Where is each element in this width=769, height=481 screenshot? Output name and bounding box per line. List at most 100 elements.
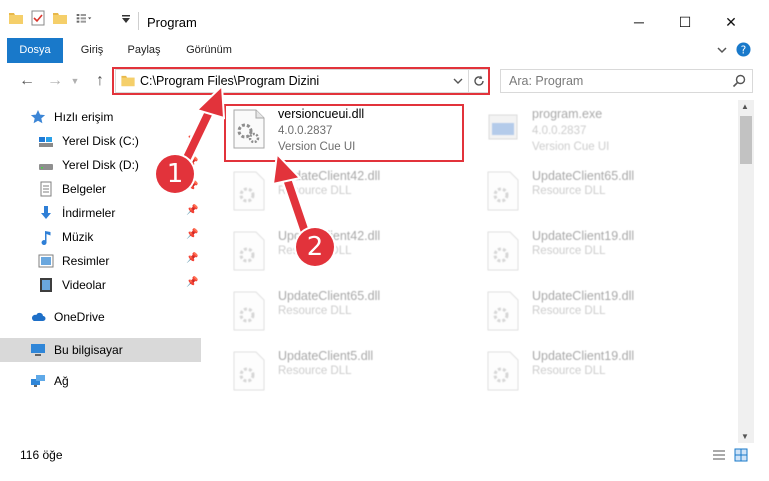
search-icon[interactable] [732, 74, 746, 88]
sidebar-item-network[interactable]: Ağ [0, 370, 205, 392]
scroll-down-icon[interactable]: ▼ [741, 432, 749, 441]
sidebar-item-music[interactable]: Müzik 📌 [0, 226, 205, 248]
file-tile[interactable]: UpdateClient42.dll Resource DLL [232, 226, 472, 284]
sidebar-item-label: Yerel Disk (D:) [62, 158, 139, 172]
ribbon-tabs: Dosya Giriş Paylaş Görünüm ? [0, 38, 769, 65]
computer-icon [31, 344, 45, 356]
scrollbar-thumb[interactable] [740, 116, 752, 164]
dll-file-icon [233, 291, 265, 331]
pictures-icon [38, 254, 54, 268]
dll-file-icon [487, 231, 519, 271]
scroll-up-icon[interactable]: ▲ [741, 102, 749, 111]
sidebar-item-label: İndirmeler [62, 206, 116, 220]
file-tile-program-exe[interactable]: program.exe 4.0.0.2837 Version Cue UI [486, 104, 726, 162]
tab-home[interactable]: Giriş [70, 38, 114, 63]
dll-file-icon [487, 171, 519, 211]
pin-icon[interactable]: 📌 [186, 133, 198, 144]
tab-file[interactable]: Dosya [7, 38, 63, 63]
sidebar-item-quick-access[interactable]: Hızlı erişim [0, 106, 205, 128]
title-separator [138, 12, 139, 30]
music-icon [41, 231, 51, 245]
sidebar-item-label: Belgeler [62, 182, 107, 196]
pin-icon[interactable]: 📌 [186, 229, 198, 240]
file-version: 4.0.0.2837 [532, 125, 587, 137]
file-description: Resource DLL [278, 185, 352, 197]
address-highlight-box [112, 67, 490, 95]
file-tile[interactable]: UpdateClient65.dll Resource DLL [486, 166, 726, 224]
sidebar-item-local-disk-c[interactable]: Yerel Disk (C:) 📌 [0, 130, 205, 152]
forward-button[interactable]: → [46, 72, 64, 90]
window-title: Program [147, 15, 197, 30]
file-description: Resource DLL [278, 365, 352, 377]
dll-file-icon [233, 171, 265, 211]
file-name: program.exe [532, 107, 603, 121]
file-tile[interactable]: UpdateClient65.dll Resource DLL [232, 286, 472, 344]
new-folder-icon[interactable] [52, 10, 68, 26]
sidebar-item-label: OneDrive [54, 310, 105, 324]
sidebar-item-label: Ağ [54, 374, 69, 388]
sidebar-item-onedrive[interactable]: OneDrive [0, 306, 205, 328]
sidebar-item-label: Resimler [62, 254, 110, 268]
sidebar-item-label: Bu bilgisayar [54, 343, 123, 357]
file-tile[interactable]: UpdateClient19.dll Resource DLL [486, 226, 726, 284]
customize-toolbar-icon[interactable] [120, 13, 132, 25]
file-highlight-box [224, 104, 464, 162]
sidebar-item-videos[interactable]: Videolar 📌 [0, 274, 205, 296]
back-button[interactable]: ← [18, 72, 36, 90]
sidebar-item-this-pc[interactable]: Bu bilgisayar [0, 338, 201, 362]
navigation-pane: Hızlı erişim Yerel Disk (C:) 📌 Yerel Dis… [0, 100, 205, 440]
status-bar: 116 öğe [0, 443, 769, 467]
folder-icon [9, 13, 23, 24]
sidebar-item-pictures[interactable]: Resimler 📌 [0, 250, 205, 272]
dll-file-icon [487, 351, 519, 391]
tab-view[interactable]: Görünüm [178, 38, 240, 63]
drive-icon [39, 137, 53, 147]
file-name: UpdateClient19.dll [532, 289, 635, 303]
file-description: Resource DLL [532, 305, 606, 317]
search-box[interactable]: Ara: Program [500, 69, 753, 93]
large-icons-view-icon[interactable] [734, 448, 748, 462]
file-tile[interactable]: UpdateClient19.dll Resource DLL [486, 346, 726, 404]
pin-icon[interactable]: 📌 [186, 253, 198, 264]
file-description: Version Cue UI [532, 141, 610, 153]
pin-icon[interactable]: 📌 [186, 205, 198, 216]
svg-text:?: ? [741, 44, 746, 56]
dll-file-icon [487, 291, 519, 331]
item-count: 116 öğe [20, 448, 63, 462]
video-icon [40, 278, 52, 292]
sidebar-item-label: Hızlı erişim [54, 110, 114, 124]
sidebar-item-label: Yerel Disk (C:) [62, 134, 139, 148]
expand-ribbon-icon[interactable] [716, 44, 728, 56]
search-placeholder: Ara: Program [509, 74, 584, 88]
dll-file-icon [233, 231, 265, 271]
file-description: Resource DLL [278, 305, 352, 317]
up-button[interactable]: ↑ [91, 72, 109, 90]
help-icon[interactable]: ? [736, 42, 751, 57]
cloud-icon [31, 312, 46, 321]
file-name: UpdateClient5.dll [278, 349, 374, 363]
pin-icon[interactable]: 📌 [186, 277, 198, 288]
file-tile[interactable]: UpdateClient42.dll Resource DLL [232, 166, 472, 224]
step-1-badge: 1 [156, 155, 194, 193]
vertical-scrollbar[interactable]: ▲ ▼ [738, 100, 754, 445]
recent-locations-chevron-icon[interactable]: ▼ [66, 72, 84, 90]
file-name: UpdateClient65.dll [532, 169, 635, 183]
file-description: Resource DLL [532, 365, 606, 377]
star-icon [30, 110, 46, 124]
file-tile[interactable]: UpdateClient19.dll Resource DLL [486, 286, 726, 344]
file-name: UpdateClient19.dll [532, 229, 635, 243]
download-icon [41, 206, 51, 219]
drive-icon [39, 164, 53, 170]
tab-share[interactable]: Paylaş [120, 38, 168, 63]
properties-icon[interactable] [30, 10, 46, 26]
file-description: Resource DLL [532, 245, 606, 257]
sidebar-item-label: Videolar [62, 278, 106, 292]
sidebar-item-label: Müzik [62, 230, 94, 244]
step-2-badge: 2 [296, 228, 334, 266]
sidebar-item-downloads[interactable]: İndirmeler 📌 [0, 202, 205, 224]
dll-file-icon [233, 351, 265, 391]
file-name: UpdateClient19.dll [532, 349, 635, 363]
details-view-icon[interactable] [712, 449, 726, 461]
file-tile[interactable]: UpdateClient5.dll Resource DLL [232, 346, 472, 404]
view-options-icon[interactable] [76, 10, 92, 26]
